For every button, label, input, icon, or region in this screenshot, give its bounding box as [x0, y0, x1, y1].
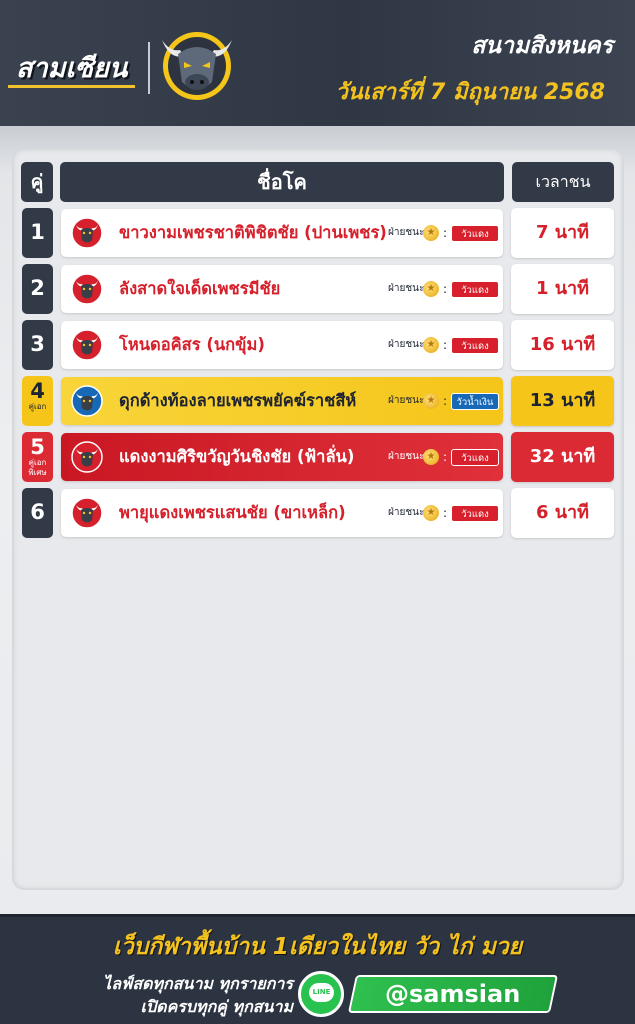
pair-number: 2: [22, 264, 53, 314]
winner-label: ฝ่ายชนะ: [388, 451, 425, 462]
winner-label: ฝ่ายชนะ: [388, 339, 425, 350]
fight-duration: 13 นาที: [511, 376, 614, 426]
pair-tag: คู่เอก: [28, 402, 47, 411]
pair-number: 6: [22, 488, 53, 538]
star-icon: ★: [423, 337, 439, 353]
brand-divider: [148, 42, 150, 94]
line-icon-label: LINE: [309, 983, 334, 1002]
bull-icon: [71, 385, 103, 417]
column-header-pair: คู่: [21, 162, 53, 202]
separator-colon: :: [443, 226, 448, 240]
pair-number-text: 3: [30, 332, 45, 356]
bull-icon: [71, 329, 103, 361]
bull-icon: [71, 497, 103, 529]
star-icon: ★: [423, 393, 439, 409]
winner-corner-badge: วัวแดง: [451, 337, 499, 354]
table-row: 6 พายุแดงเพชรแสนชัย (ขาเหล็ก) ฝ่ายชนะ ★ …: [0, 488, 635, 538]
star-icon: ★: [423, 505, 439, 521]
table-row: 5 คู่เอกพิเศษ แดงงามศิริขวัญวันชิงชัย (ฟ…: [0, 432, 635, 482]
bull-mascot-icon: [162, 32, 232, 100]
pair-number-text: 5: [30, 435, 45, 459]
fighter-name: ขาวงามเพชรชาติพิชิตชัย (ปานเพชร): [119, 223, 387, 242]
footer-banner: เว็บกีฬาพื้นบ้าน 1เดียวในไทย วัว ไก่ มวย…: [0, 914, 635, 1024]
winner-label: ฝ่ายชนะ: [388, 395, 425, 406]
bull-icon: [71, 217, 103, 249]
separator-colon: :: [443, 394, 448, 408]
brand-logo-text: สามเซียน: [8, 50, 136, 88]
line-handle-button[interactable]: @samsian: [347, 975, 559, 1013]
fighter-cell: ลังสาดใจเด็ดเพชรมีชัย ฝ่ายชนะ ★ : วัวแดง: [61, 265, 503, 313]
column-header-name: ชื่อโค: [60, 162, 504, 202]
table-row: 2 ลังสาดใจเด็ดเพชรมีชัย ฝ่ายชนะ ★ : วัวแ…: [0, 264, 635, 314]
footer-live-text-2: เปิดครบทุกคู่ ทุกสนาม: [140, 997, 293, 1016]
column-header-time: เวลาชน: [512, 162, 614, 202]
star-icon: ★: [423, 281, 439, 297]
winner-corner-badge: วัวน้ำเงิน: [451, 393, 499, 410]
header-banner: สามเซียน สนามสิงหนคร วันเสาร์ที่ 7 มิถุน…: [0, 0, 635, 126]
winner-corner-badge: วัวแดง: [451, 281, 499, 298]
winner-label: ฝ่ายชนะ: [388, 227, 425, 238]
fighter-name: แดงงามศิริขวัญวันชิงชัย (ฟ้าลั่น): [119, 447, 355, 466]
winner-corner-badge: วัวแดง: [451, 505, 499, 522]
footer-tagline: เว็บกีฬาพื้นบ้าน 1เดียวในไทย วัว ไก่ มวย: [112, 934, 523, 960]
pair-number: 3: [22, 320, 53, 370]
pair-number: 1: [22, 208, 53, 258]
separator-colon: :: [443, 338, 448, 352]
table-row: 3 โหนดอคิสร (นกขุ้ม) ฝ่ายชนะ ★ : วัวแดง: [0, 320, 635, 370]
venue-title: สนามสิงหนคร: [471, 33, 613, 59]
fighter-cell: โหนดอคิสร (นกขุ้ม) ฝ่ายชนะ ★ : วัวแดง: [61, 321, 503, 369]
bull-icon: [71, 441, 103, 473]
fighter-name: ลังสาดใจเด็ดเพชรมีชัย: [119, 279, 281, 298]
star-icon: ★: [423, 225, 439, 241]
table-row: 4 คู่เอก ดุกด้างท้องลายเพชรพยัคฆ์ราชสีห์…: [0, 376, 635, 426]
table-row: 1 ขาวงามเพชรชาติพิชิตชัย (ปานเพชร) ฝ่ายช…: [0, 208, 635, 258]
winner-label: ฝ่ายชนะ: [388, 507, 425, 518]
pair-number: 4 คู่เอก: [22, 376, 53, 426]
fighter-cell: พายุแดงเพชรแสนชัย (ขาเหล็ก) ฝ่ายชนะ ★ : …: [61, 489, 503, 537]
pair-number-text: 2: [30, 276, 45, 300]
fight-duration: 7 นาที: [511, 208, 614, 258]
star-icon: ★: [423, 449, 439, 465]
fight-duration: 32 นาที: [511, 432, 614, 482]
line-handle-text: @samsian: [385, 980, 521, 1008]
event-date: วันเสาร์ที่ 7 มิถุนายน 2568: [335, 80, 605, 105]
pair-tag: คู่เอกพิเศษ: [28, 458, 47, 477]
fight-duration: 6 นาที: [511, 488, 614, 538]
fighter-name: ดุกด้างท้องลายเพชรพยัคฆ์ราชสีห์: [119, 391, 357, 410]
separator-colon: :: [443, 282, 448, 296]
bull-icon: [71, 273, 103, 305]
fighter-name: พายุแดงเพชรแสนชัย (ขาเหล็ก): [119, 503, 346, 522]
pair-number-text: 4: [30, 379, 45, 403]
pair-number-text: 1: [30, 220, 45, 244]
separator-colon: :: [443, 450, 448, 464]
fighter-name: โหนดอคิสร (นกขุ้ม): [119, 335, 265, 354]
winner-corner-badge: วัวแดง: [451, 225, 499, 242]
footer-live-text-1: ไลฟ์สดทุกสนาม ทุกรายการ: [103, 974, 293, 993]
pair-number: 5 คู่เอกพิเศษ: [22, 432, 53, 482]
fight-duration: 1 นาที: [511, 264, 614, 314]
separator-colon: :: [443, 506, 448, 520]
fighter-cell: ดุกด้างท้องลายเพชรพยัคฆ์ราชสีห์ ฝ่ายชนะ …: [61, 377, 503, 425]
winner-corner-badge: วัวแดง: [451, 449, 499, 466]
fighter-cell: แดงงามศิริขวัญวันชิงชัย (ฟ้าลั่น) ฝ่ายชน…: [61, 433, 503, 481]
pair-number-text: 6: [30, 500, 45, 524]
winner-label: ฝ่ายชนะ: [388, 283, 425, 294]
line-app-icon[interactable]: LINE: [298, 971, 344, 1017]
fight-duration: 16 นาที: [511, 320, 614, 370]
fighter-cell: ขาวงามเพชรชาติพิชิตชัย (ปานเพชร) ฝ่ายชนะ…: [61, 209, 503, 257]
